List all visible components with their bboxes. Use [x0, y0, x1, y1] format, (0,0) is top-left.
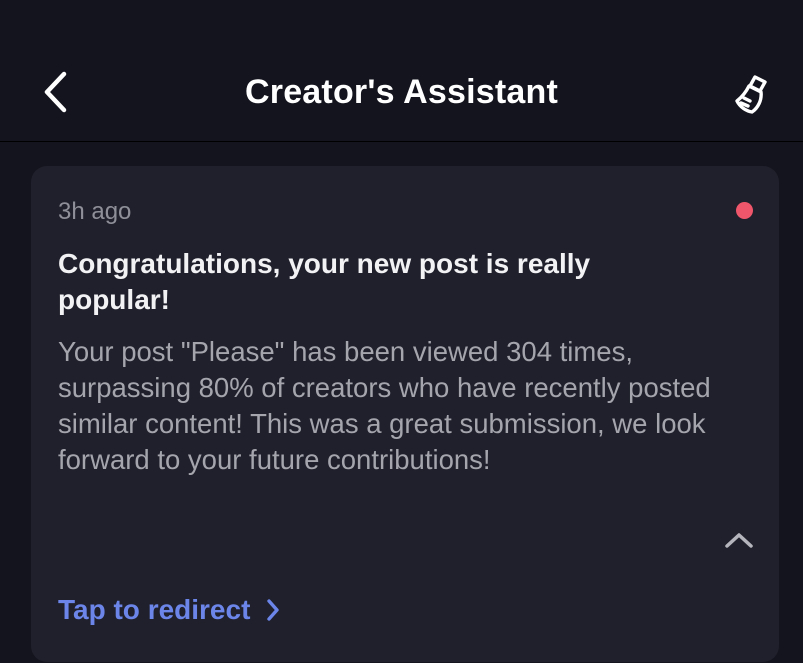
- top-nav-bar: Creator's Assistant: [0, 0, 803, 142]
- page-title: Creator's Assistant: [245, 73, 558, 111]
- notification-body: Your post "Please" has been viewed 304 t…: [58, 336, 711, 475]
- chevron-up-icon: [725, 533, 753, 548]
- unread-indicator: [736, 202, 753, 219]
- clear-notifications-button[interactable]: [730, 70, 778, 118]
- chevron-right-icon: [266, 598, 280, 622]
- notification-time: 3h ago: [58, 198, 132, 225]
- collapse-button[interactable]: [717, 522, 761, 558]
- redirect-link-label: Tap to redirect: [58, 594, 251, 625]
- notification-card[interactable]: 3h ago Congratulations, your new post is…: [31, 166, 779, 662]
- broom-icon: [735, 75, 767, 114]
- tap-to-redirect-link[interactable]: Tap to redirect: [58, 590, 280, 630]
- notification-title: Congratulations, your new post is really…: [58, 248, 591, 315]
